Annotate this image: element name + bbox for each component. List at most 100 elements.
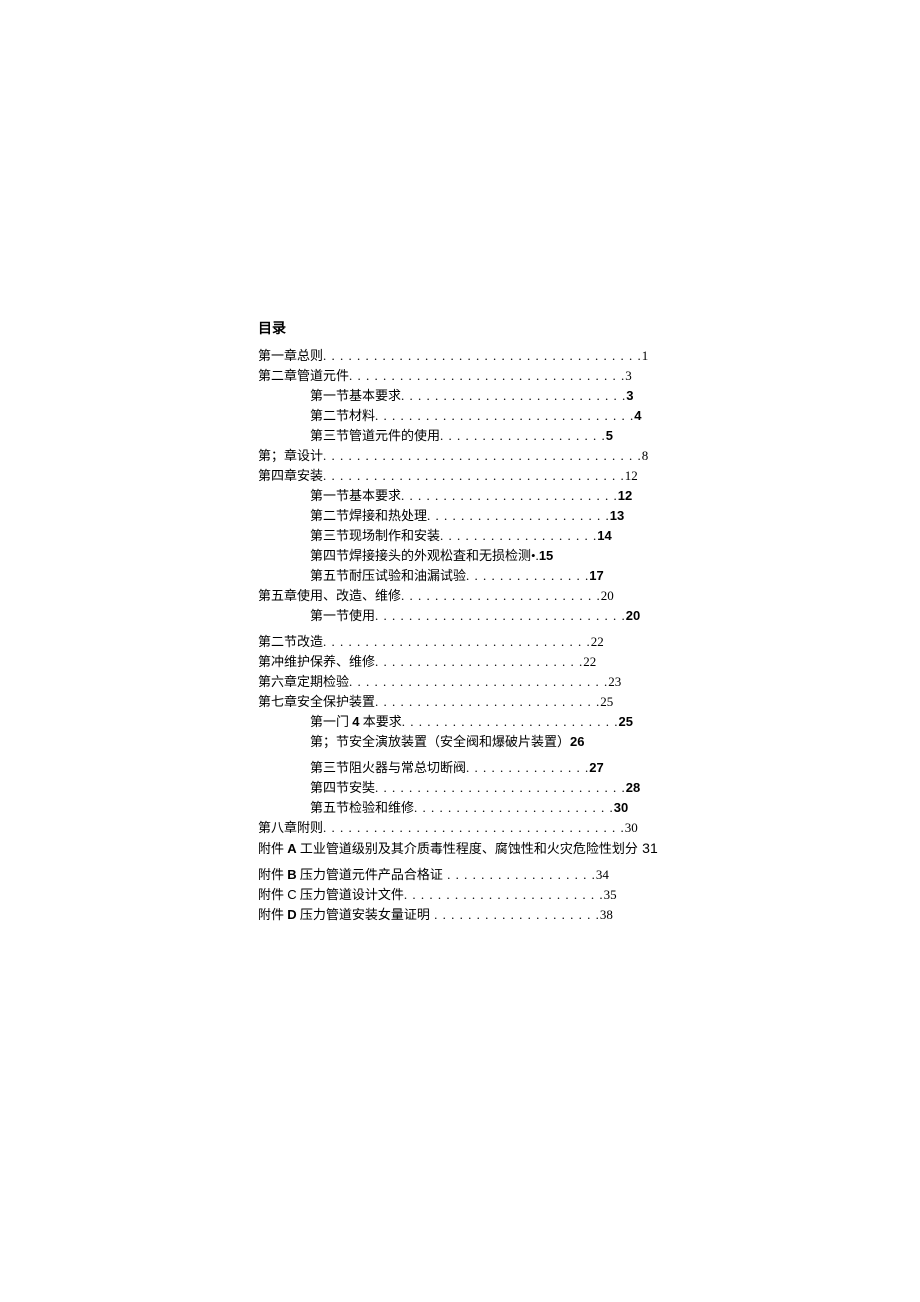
toc-entry-label: 第二节改造 (258, 634, 323, 649)
toc-entry-leader: . . . . . . . . . . . . . . . . . . . . … (401, 488, 618, 503)
toc-entry-label: 第四章安装 (258, 468, 323, 483)
toc-entry-label: 第五节耐压试验和油漏试验 (310, 568, 466, 583)
toc-entry-label: 第七章安全保护装置 (258, 694, 375, 709)
toc-entry-label: 第一节基本要求 (310, 488, 401, 503)
toc-entry-label: 第冲维护保养、维修 (258, 654, 375, 669)
toc-entry: 第二章管道元件. . . . . . . . . . . . . . . . .… (258, 366, 668, 386)
toc-entry-label: 第二节材料 (310, 408, 375, 423)
toc-entry-label: 附件 A 工业管道级别及其介质毒性程度、腐蚀性和火灾危险性划分 (258, 841, 638, 856)
toc-entry-page: 8 (642, 448, 649, 463)
toc-entry-label: 第五章使用、改造、维修 (258, 588, 401, 603)
toc-entry-leader: . . . . . . . . . . . . . . . (466, 760, 589, 775)
toc-entry-page: 22 (583, 654, 596, 669)
toc-entry-label: 第二节焊接和热处理 (310, 508, 427, 523)
toc-entry-label: 附件 D 压力管道安装女量证明 (258, 907, 430, 922)
toc-entry-leader: . . . . . . . . . . . . . . . . . . . . … (375, 654, 583, 669)
toc-entry-page: 35 (604, 887, 617, 902)
toc-entry-page: 34 (596, 867, 609, 882)
toc-entry-page: 5 (606, 428, 613, 443)
toc-entry: 第一节基本要求. . . . . . . . . . . . . . . . .… (258, 486, 668, 506)
toc-entry-label: 第一章总则 (258, 348, 323, 363)
toc-entry-page: 27 (589, 760, 603, 775)
toc-entry-label: 第；节安全演放装置（安全阀和爆破片装置） (310, 734, 570, 749)
toc-entry: 第三节管道元件的使用. . . . . . . . . . . . . . . … (258, 426, 668, 446)
toc-entry-page: 4 (634, 408, 641, 423)
toc-entry-label: 第四节焊接接头的外观松査和无损检测•. (310, 548, 539, 563)
toc-entry-leader: . . . . . . . . . . . . . . . . . . . . … (349, 674, 608, 689)
toc-entry: 第八章附则. . . . . . . . . . . . . . . . . .… (258, 818, 668, 838)
toc-entry-page: 12 (625, 468, 638, 483)
toc-entry-leader: . . . . . . . . . . . . . . . . . . . . … (401, 388, 626, 403)
toc-entry-page: 3 (625, 368, 632, 383)
toc-entry: 第；章设计. . . . . . . . . . . . . . . . . .… (258, 446, 668, 466)
toc-entry-page: 14 (597, 528, 611, 543)
toc-entry: 第四章安装. . . . . . . . . . . . . . . . . .… (258, 466, 668, 486)
toc-entry: 附件 C 压力管道设计文件. . . . . . . . . . . . . .… (258, 885, 668, 905)
toc-entry-leader: . . . . . . . . . . . . . . . . . . . . … (427, 508, 610, 523)
toc-entry-leader: . . . . . . . . . . . . . . . . . . . . … (375, 608, 626, 623)
toc-entry: 第一节使用. . . . . . . . . . . . . . . . . .… (258, 606, 668, 626)
toc-entry: 第六章定期检验. . . . . . . . . . . . . . . . .… (258, 672, 668, 692)
toc-entry-page: 3 (626, 388, 633, 403)
toc-entry-leader: . . . . . . . . . . . . . . . . . . . . (440, 428, 606, 443)
toc-entry-leader: . . . . . . . . . . . . . . . . . . . . … (375, 408, 634, 423)
toc-entry: 第二节材料. . . . . . . . . . . . . . . . . .… (258, 406, 668, 426)
toc-entry: 第一门 4 本要求. . . . . . . . . . . . . . . .… (258, 712, 668, 732)
toc-entry-label: 第六章定期检验 (258, 674, 349, 689)
toc-entry-leader: . . . . . . . . . . . . . . . . . . . . … (404, 887, 604, 902)
toc-entry-label: 第一节使用 (310, 608, 375, 623)
toc-entry-page: 25 (619, 714, 633, 729)
toc-entry: 第四节焊接接头的外观松査和无损检测•.15 (258, 546, 668, 566)
toc-entry-page: 30 (625, 820, 638, 835)
toc-entry-label: 第三节管道元件的使用 (310, 428, 440, 443)
toc-entry: 第冲维护保养、维修. . . . . . . . . . . . . . . .… (258, 652, 668, 672)
toc-entry-leader: . . . . . . . . . . . . . . . . . . . . … (323, 468, 625, 483)
toc-entry: 第五节耐压试验和油漏试验. . . . . . . . . . . . . . … (258, 566, 668, 586)
toc-entry: 附件 B 压力管道元件产品合格证 . . . . . . . . . . . .… (258, 865, 668, 885)
toc-entry-page: 15 (539, 548, 553, 563)
toc-entry-page: 17 (589, 568, 603, 583)
toc-entry: 第二节焊接和热处理. . . . . . . . . . . . . . . .… (258, 506, 668, 526)
toc-entry-leader: . . . . . . . . . . . . . . . . . . . . … (414, 800, 614, 815)
toc-entry: 第三节现场制作和安装. . . . . . . . . . . . . . . … (258, 526, 668, 546)
toc-entry: 第三节阻火器与常总切断阀. . . . . . . . . . . . . . … (258, 758, 668, 778)
toc-entry: 第五节检验和维修. . . . . . . . . . . . . . . . … (258, 798, 668, 818)
toc-entry: 第五章使用、改造、维修. . . . . . . . . . . . . . .… (258, 586, 668, 606)
toc-entry-page: 22 (591, 634, 604, 649)
toc-body: 第一章总则 . . . . . . . . . . . . . . . . . .… (258, 346, 668, 925)
toc-entry-label: 第八章附则 (258, 820, 323, 835)
toc-entry-page: 20 (601, 588, 614, 603)
toc-entry-page: 12 (618, 488, 632, 503)
toc-entry-page: 1 (642, 348, 649, 363)
toc-entry-label: 附件 B 压力管道元件产品合格证 (258, 867, 443, 882)
toc-entry-page: 25 (600, 694, 613, 709)
toc-entry-label: 第三节阻火器与常总切断阀 (310, 760, 466, 775)
toc-title: 目录 (258, 318, 668, 338)
toc-entry-leader: . . . . . . . . . . . . . . . (466, 568, 589, 583)
toc-entry: 附件 A 工业管道级别及其介质毒性程度、腐蚀性和火灾危险性划分 31 (258, 838, 668, 859)
toc-entry-leader: . . . . . . . . . . . . . . . . . . . (440, 528, 597, 543)
toc-entry-label: 第一节基本要求 (310, 388, 401, 403)
toc-container: 目录 第一章总则 . . . . . . . . . . . . . . . . … (258, 318, 668, 925)
toc-entry-page: 30 (614, 800, 628, 815)
toc-entry-leader: . . . . . . . . . . . . . . . . . . . . … (349, 368, 625, 383)
toc-entry-leader: . . . . . . . . . . . . . . . . . . . . … (375, 694, 600, 709)
toc-entry-leader: . . . . . . . . . . . . . . . . . . . . … (323, 820, 625, 835)
toc-entry-leader: . . . . . . . . . . . . . . . . . . . . … (323, 634, 591, 649)
toc-entry: 第七章安全保护装置. . . . . . . . . . . . . . . .… (258, 692, 668, 712)
toc-entry-page: 28 (626, 780, 640, 795)
toc-entry-page: 26 (570, 734, 584, 749)
toc-entry: 第一章总则. . . . . . . . . . . . . . . . . .… (258, 346, 668, 366)
toc-entry: 第四节安奘. . . . . . . . . . . . . . . . . .… (258, 778, 668, 798)
toc-entry-leader: . . . . . . . . . . . . . . . . . . . . … (323, 448, 642, 463)
toc-entry-leader: . . . . . . . . . . . . . . . . . . . . … (402, 714, 619, 729)
toc-entry-leader: . . . . . . . . . . . . . . . . . . (443, 867, 596, 882)
toc-entry-page: 23 (608, 674, 621, 689)
toc-entry-leader: . . . . . . . . . . . . . . . . . . . . … (401, 588, 601, 603)
toc-entry-label: 第一门 4 本要求 (310, 714, 402, 729)
toc-entry-leader: . . . . . . . . . . . . . . . . . . . . (430, 907, 600, 922)
toc-entry-page: 20 (626, 608, 640, 623)
toc-entry-page: 13 (610, 508, 624, 523)
toc-entry: 第；节安全演放装置（安全阀和爆破片装置）26 (258, 732, 668, 752)
toc-entry-page: 38 (600, 907, 613, 922)
